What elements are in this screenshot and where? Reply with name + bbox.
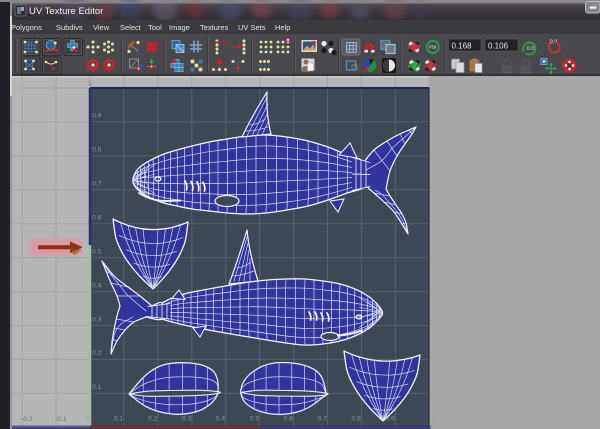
svg-text:0.6: 0.6 (284, 416, 294, 423)
svg-text:Image: Image (169, 23, 190, 32)
svg-text:0.2: 0.2 (148, 416, 158, 423)
svg-text:0: 0 (86, 416, 90, 423)
svg-text:Help: Help (275, 23, 290, 32)
svg-text:View: View (93, 23, 110, 32)
svg-text:0.4: 0.4 (92, 282, 102, 289)
svg-text:0.7: 0.7 (92, 181, 102, 188)
svg-text:0.1: 0.1 (92, 384, 102, 391)
svg-text:0.0: 0.0 (527, 46, 535, 52)
svg-text:0.3: 0.3 (182, 416, 192, 423)
svg-text:Tool: Tool (148, 23, 162, 32)
svg-text:0.168: 0.168 (452, 41, 473, 50)
svg-text:0.6: 0.6 (92, 215, 102, 222)
svg-text:1: 1 (88, 80, 92, 87)
svg-text:0.9: 0.9 (92, 113, 102, 120)
svg-text:Polygons: Polygons (11, 23, 42, 32)
svg-text:UV Sets: UV Sets (238, 23, 266, 32)
svg-text:Subdivs: Subdivs (56, 23, 83, 32)
svg-text:Select: Select (120, 23, 142, 32)
svg-text:1: 1 (432, 416, 436, 423)
svg-text:UV Texture Editor: UV Texture Editor (29, 6, 103, 17)
svg-text:0.5: 0.5 (250, 416, 260, 423)
svg-text:0.8: 0.8 (92, 147, 102, 154)
svg-text:0.7: 0.7 (318, 416, 328, 423)
svg-text:-0.1: -0.1 (55, 416, 67, 423)
svg-text:0.1: 0.1 (114, 416, 124, 423)
svg-text:0.5: 0.5 (92, 248, 102, 255)
svg-text:FSI: FSI (429, 45, 436, 50)
svg-text:0.8: 0.8 (351, 416, 361, 423)
svg-text:0.3: 0.3 (92, 316, 102, 323)
svg-text:0.2: 0.2 (92, 350, 102, 357)
svg-text:0.106: 0.106 (488, 41, 509, 50)
svg-text:0.4: 0.4 (216, 416, 226, 423)
svg-text:-0.2: -0.2 (21, 416, 33, 423)
svg-text:Textures: Textures (200, 23, 229, 32)
